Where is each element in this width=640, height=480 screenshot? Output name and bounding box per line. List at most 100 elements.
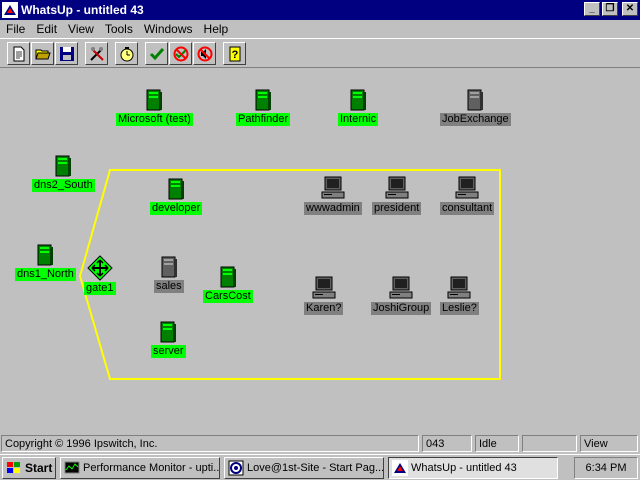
node-label: gate1	[84, 282, 116, 295]
server-icon	[161, 256, 177, 278]
open-icon	[34, 49, 51, 59]
timer-button[interactable]	[115, 42, 138, 65]
save-icon	[59, 46, 74, 61]
server-icon	[37, 244, 54, 266]
node-label: Internic	[338, 113, 379, 126]
workstation-icon	[455, 176, 479, 199]
taskbar-clock[interactable]: 6:34 PM	[574, 457, 638, 479]
perfmon-icon	[64, 461, 80, 474]
new-icon	[13, 46, 24, 61]
no-sound-button[interactable]	[193, 42, 216, 65]
window-title: WhatsUp - untitled 43	[21, 3, 144, 17]
stop-poll-button[interactable]	[169, 42, 192, 65]
node-label: sales	[154, 280, 184, 293]
menu-bar: File Edit View Tools Windows Help	[0, 20, 640, 37]
node-label: Karen?	[304, 302, 344, 315]
check-button[interactable]	[145, 42, 168, 65]
node-jobexchange[interactable]: JobExchange	[440, 88, 511, 126]
menu-file[interactable]: File	[0, 22, 30, 36]
node-sales[interactable]: sales	[154, 255, 184, 293]
windows-logo-icon	[7, 462, 20, 473]
restore-button[interactable]: ❐	[602, 2, 618, 16]
status-bar: Copyright © 1996 Ipswitch, Inc. 043 Idle…	[0, 433, 640, 453]
status-blank	[522, 435, 577, 452]
node-joshigroup[interactable]: JoshiGroup	[371, 275, 432, 315]
menu-windows[interactable]: Windows	[138, 22, 198, 36]
toolbar: ?	[0, 38, 640, 68]
start-label: Start	[25, 461, 53, 475]
node-carscost[interactable]: CarsCost	[203, 265, 253, 303]
stop-poll-icon	[173, 46, 188, 61]
menu-edit[interactable]: Edit	[30, 22, 62, 36]
node-dns2-south[interactable]: dns2_South	[32, 154, 95, 192]
new-button[interactable]	[7, 42, 30, 65]
node-developer[interactable]: developer	[150, 177, 203, 215]
node-gate1[interactable]: gate1	[84, 255, 116, 295]
node-dns1-north[interactable]: dns1_North	[15, 243, 76, 281]
status-copyright: Copyright © 1996 Ipswitch, Inc.	[1, 435, 419, 452]
server-icon	[467, 89, 484, 111]
menu-tools[interactable]: Tools	[99, 22, 138, 36]
node-label: server	[151, 345, 186, 358]
server-icon	[255, 89, 272, 111]
node-pathfinder[interactable]: Pathfinder	[236, 88, 291, 126]
task-label: Love@1st-Site - Start Pag...	[247, 462, 384, 474]
open-button[interactable]	[31, 42, 54, 65]
menu-help[interactable]: Help	[198, 22, 234, 36]
node-label: dns2_South	[32, 179, 95, 192]
svg-text:?: ?	[231, 49, 238, 61]
start-button[interactable]: Start	[2, 457, 56, 479]
taskbar: Start Performance Monitor - upti... Love…	[0, 454, 640, 480]
node-label: developer	[150, 202, 203, 215]
node-internic[interactable]: Internic	[338, 88, 379, 126]
network-map[interactable]: Microsoft (test) Pathfinder Internic Job…	[0, 69, 640, 433]
status-mode: View	[580, 435, 638, 452]
server-icon	[55, 155, 72, 177]
node-label: JobExchange	[440, 113, 511, 126]
save-button[interactable]	[55, 42, 78, 65]
task-performance-monitor[interactable]: Performance Monitor - upti...	[60, 457, 220, 479]
node-wwwadmin[interactable]: wwwadmin	[304, 175, 362, 215]
timer-icon	[120, 46, 133, 61]
close-button[interactable]: ✕	[622, 2, 638, 16]
help-icon: ?	[229, 46, 240, 61]
node-label: Pathfinder	[236, 113, 291, 126]
title-bar: WhatsUp - untitled 43 _ ❐ ✕	[0, 0, 640, 20]
node-label: consultant	[440, 202, 495, 215]
whatsup-icon	[392, 460, 408, 476]
node-label: JoshiGroup	[371, 302, 432, 315]
server-icon	[220, 266, 236, 288]
no-sound-icon	[197, 46, 212, 61]
workstation-icon	[447, 276, 471, 299]
check-icon	[149, 47, 164, 60]
tools-button[interactable]	[85, 42, 108, 65]
task-whatsup[interactable]: WhatsUp - untitled 43	[388, 457, 558, 479]
node-label: president	[372, 202, 422, 215]
node-consultant[interactable]: consultant	[440, 175, 495, 215]
server-icon	[160, 321, 177, 343]
workstation-icon	[312, 276, 336, 299]
workstation-icon	[389, 276, 413, 299]
minimize-button[interactable]: _	[584, 2, 600, 16]
node-label: Microsoft (test)	[116, 113, 193, 126]
router-icon	[87, 255, 113, 281]
network-outline	[78, 169, 501, 380]
node-label: wwwadmin	[304, 202, 362, 215]
node-server[interactable]: server	[151, 320, 186, 358]
menu-view[interactable]: View	[62, 22, 99, 36]
workstation-icon	[321, 176, 345, 199]
node-leslie[interactable]: Leslie?	[440, 275, 479, 315]
server-icon	[146, 89, 163, 111]
task-browser[interactable]: Love@1st-Site - Start Pag...	[224, 457, 384, 479]
node-karen[interactable]: Karen?	[304, 275, 344, 315]
node-microsoft-test[interactable]: Microsoft (test)	[116, 88, 193, 126]
status-count: 043	[422, 435, 472, 452]
node-label: dns1_North	[15, 268, 76, 281]
whatsup-app-icon[interactable]	[2, 2, 18, 18]
server-icon	[168, 178, 185, 200]
browser-icon	[228, 460, 244, 476]
task-label: WhatsUp - untitled 43	[411, 462, 517, 474]
status-state: Idle	[475, 435, 519, 452]
node-president[interactable]: president	[372, 175, 422, 215]
help-button[interactable]: ?	[223, 42, 246, 65]
